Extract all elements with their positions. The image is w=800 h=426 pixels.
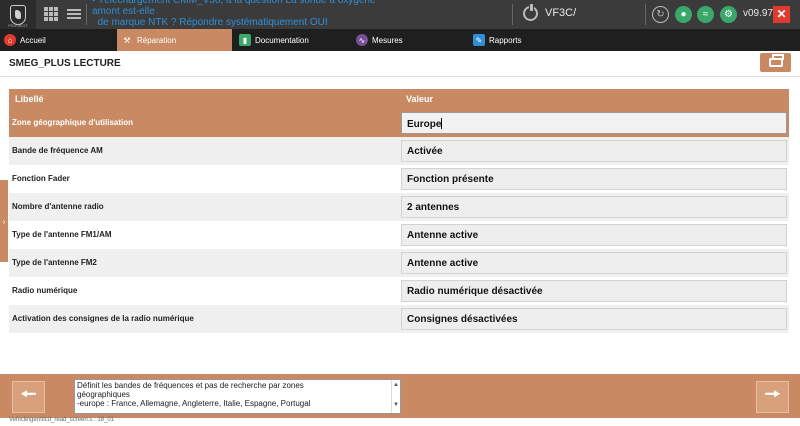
tab-reparation[interactable]: ⚒ Réparation (117, 29, 232, 51)
row-value: Antenne active (407, 230, 479, 241)
power-icon[interactable] (523, 4, 538, 21)
row-label: Bande de fréquence AM (12, 146, 103, 155)
status-path: Vehicle\gen\tlcd_read_screen.s : 18_01 (9, 417, 115, 423)
table-row[interactable]: Bande de fréquence AM Activée (9, 137, 789, 165)
row-value-field[interactable]: Europe (401, 112, 787, 134)
row-value-field[interactable]: Activée (401, 140, 787, 162)
row-label: Nombre d'antenne radio (12, 202, 104, 211)
status-bar: Vehicle\gen\tlcd_read_screen.s : 18_01 (0, 417, 800, 426)
chevron-right-icon: › (2, 216, 6, 226)
page-title: SMEG_PLUS LECTURE (9, 58, 121, 69)
notice-line-1: Téléchargement CMM_V30, à la question La… (92, 0, 376, 17)
waveform-icon: ∿ (356, 34, 368, 46)
report-icon: ✎ (473, 34, 485, 46)
tab-label: Documentation (255, 35, 309, 45)
tab-rapports[interactable]: ✎ Rapports (469, 29, 582, 51)
row-label: Activation des consignes de la radio num… (12, 314, 194, 323)
main-nav: ⌂ Accueil ⚒ Réparation ▮ Documentation ∿… (0, 29, 800, 51)
back-button[interactable]: 🠔 (12, 381, 45, 413)
wifi-icon[interactable]: ≈ (697, 6, 714, 23)
help-scrollbar[interactable]: ▲ ▼ (391, 380, 400, 413)
tab-label: Rapports (489, 35, 522, 45)
peugeot-logo: PEUGEOT (0, 0, 36, 29)
tab-label: Mesures (372, 35, 403, 45)
row-label: Zone géographique d'utilisation (12, 118, 134, 127)
row-value-field[interactable]: Fonction présente (401, 168, 787, 190)
close-button[interactable]: ✕ (773, 6, 790, 23)
row-value-field[interactable]: Radio numérique désactivée (401, 280, 787, 302)
book-icon: ▮ (239, 34, 251, 46)
version-label: v09.97 (743, 8, 774, 19)
table-row[interactable]: Activation des consignes de la radio num… (9, 305, 789, 333)
row-value: 2 antennes (407, 202, 460, 213)
divider (86, 4, 87, 25)
divider (512, 4, 513, 25)
row-value-field[interactable]: Antenne active (401, 252, 787, 274)
bottom-bar: 🠔 Définit les bandes de fréquences et pa… (0, 374, 800, 418)
row-label: Radio numérique (12, 286, 78, 295)
lion-icon (10, 4, 26, 25)
printer-icon (768, 54, 784, 67)
divider (0, 76, 800, 77)
arrow-left-icon: 🠔 (20, 384, 37, 404)
tab-label: Réparation (137, 35, 177, 45)
table-row[interactable]: Zone géographique d'utilisation Europe (9, 109, 789, 137)
notice-message[interactable]: • Téléchargement CMM_V30, à la question … (92, 0, 402, 28)
top-bar: PEUGEOT • Téléchargement CMM_V30, à la q… (0, 0, 800, 29)
table-row[interactable]: Type de l'antenne FM1/AM Antenne active (9, 221, 789, 249)
row-label: Type de l'antenne FM1/AM (12, 230, 112, 239)
help-line-1: Définit les bandes de fréquences et pas … (77, 381, 304, 390)
row-value: Antenne active (407, 258, 479, 269)
row-value: Consignes désactivées (407, 314, 518, 325)
parameters-table: Libellé Valeur Zone géographique d'utili… (9, 89, 789, 333)
tab-label: Accueil (20, 35, 46, 45)
tab-mesures[interactable]: ∿ Mesures (352, 29, 465, 51)
row-label: Fonction Fader (12, 174, 70, 183)
table-row[interactable]: Nombre d'antenne radio 2 antennes (9, 193, 789, 221)
row-value-field[interactable]: Antenne active (401, 224, 787, 246)
divider (645, 4, 646, 25)
arrow-right-icon: 🠖 (764, 384, 781, 404)
user-icon[interactable]: ● (675, 6, 692, 23)
row-value-field[interactable]: 2 antennes (401, 196, 787, 218)
column-header-value: Valeur (406, 94, 434, 104)
help-line-2: géographiques (77, 390, 130, 399)
home-icon: ⌂ (4, 34, 16, 46)
table-header: Libellé Valeur (9, 89, 789, 109)
list-icon[interactable] (67, 7, 81, 21)
table-row[interactable]: Type de l'antenne FM2 Antenne active (9, 249, 789, 277)
notice-line-2: de marque NTK ? Répondre systématiquemen… (97, 17, 328, 28)
next-button[interactable]: 🠖 (756, 381, 789, 413)
app-window: PEUGEOT • Téléchargement CMM_V30, à la q… (0, 0, 800, 426)
row-value: Europe (407, 119, 442, 130)
vin-label: VF3C/ (545, 7, 577, 19)
row-value: Activée (407, 146, 443, 157)
refresh-icon[interactable]: ↻ (652, 6, 669, 23)
column-header-label: Libellé (15, 94, 44, 104)
table-row[interactable]: Fonction Fader Fonction présente (9, 165, 789, 193)
table-row[interactable]: Radio numérique Radio numérique désactiv… (9, 277, 789, 305)
apps-grid-icon[interactable] (44, 7, 58, 21)
tab-documentation[interactable]: ▮ Documentation (235, 29, 348, 51)
help-line-3: -europe : France, Allemagne, Angleterre,… (77, 399, 311, 408)
help-text-box[interactable]: Définit les bandes de fréquences et pas … (74, 379, 401, 414)
side-panel-toggle[interactable]: › (0, 180, 8, 262)
brand-text: PEUGEOT (8, 23, 28, 28)
print-button[interactable] (760, 53, 791, 72)
row-value: Radio numérique désactivée (407, 286, 543, 297)
settings-icon[interactable]: ⚙ (720, 6, 737, 23)
row-label: Type de l'antenne FM2 (12, 258, 97, 267)
wrench-icon: ⚒ (123, 35, 131, 45)
tab-accueil[interactable]: ⌂ Accueil (0, 29, 113, 51)
row-value: Fonction présente (407, 174, 494, 185)
row-value-field[interactable]: Consignes désactivées (401, 308, 787, 330)
